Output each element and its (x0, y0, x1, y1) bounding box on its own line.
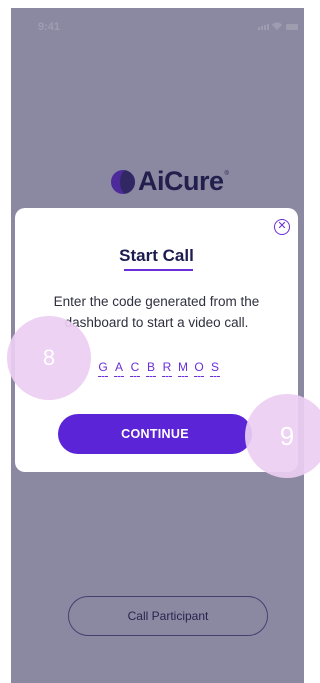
code-char[interactable]: C (130, 360, 140, 377)
step-badge-9: 9 (245, 394, 320, 478)
call-code-input[interactable]: G A C B R M O S (98, 360, 220, 377)
code-char[interactable]: G (98, 360, 108, 377)
code-char[interactable]: R (162, 360, 172, 377)
step-badge-8: 8 (7, 316, 91, 400)
continue-button[interactable]: CONTINUE (58, 414, 252, 454)
close-icon[interactable]: ✕ (274, 219, 290, 235)
title-underline (124, 269, 193, 271)
code-char[interactable]: A (114, 360, 124, 377)
code-char[interactable]: O (194, 360, 204, 377)
dialog-title: Start Call (119, 246, 194, 265)
code-char[interactable]: S (210, 360, 220, 377)
code-char[interactable]: B (146, 360, 156, 377)
code-char[interactable]: M (178, 360, 188, 377)
